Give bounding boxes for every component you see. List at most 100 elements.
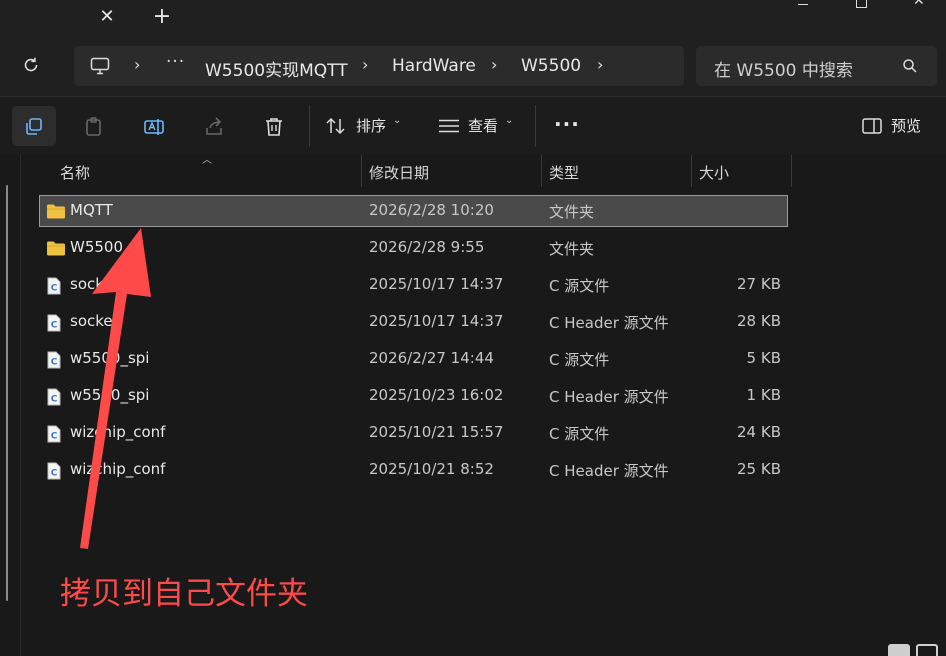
- svg-text:C: C: [51, 358, 58, 368]
- file-row[interactable]: MQTT 2026/2/28 10:20 文件夹: [39, 195, 788, 227]
- file-size: 25 KB: [737, 460, 781, 478]
- column-header-date[interactable]: 修改日期: [362, 155, 541, 187]
- file-type: C Header 源文件: [549, 388, 669, 406]
- file-date: 2025/10/17 14:37: [369, 312, 504, 330]
- file-row[interactable]: W5500 2026/2/28 9:55 文件夹: [40, 233, 787, 263]
- folder-icon: [46, 240, 65, 256]
- this-pc-icon: [90, 56, 110, 76]
- c-file-icon: C: [46, 314, 64, 332]
- share-icon: [206, 117, 222, 135]
- file-row[interactable]: Csocket 2025/10/17 14:37 C 源文件 27 KB: [40, 270, 787, 300]
- chevron-right-icon: ›: [134, 55, 141, 74]
- copy-icon: [26, 118, 42, 135]
- c-file-icon: C: [46, 425, 64, 443]
- file-date: 2026/2/28 9:55: [369, 238, 485, 256]
- file-name: W5500: [70, 238, 124, 256]
- toolbar-divider: [535, 105, 536, 147]
- file-name: w5500_spi: [70, 386, 150, 404]
- tiles-view-button[interactable]: [916, 644, 938, 656]
- details-view-button[interactable]: [888, 644, 910, 656]
- view-label: 查看: [468, 117, 499, 135]
- file-row[interactable]: Csocket 2025/10/17 14:37 C Header 源文件 28 KB: [40, 307, 787, 337]
- search-input[interactable]: 在 W5500 中搜索: [696, 46, 937, 86]
- file-row[interactable]: Cw5500_spi 2025/10/23 16:02 C Header 源文件 1 …: [40, 381, 787, 411]
- file-type: C 源文件: [549, 425, 610, 443]
- column-header-name[interactable]: 名称: [40, 155, 361, 187]
- file-name: wizchip_conf: [70, 460, 166, 478]
- vertical-scrollbar[interactable]: [6, 185, 8, 601]
- new-tab-button[interactable]: +: [148, 4, 176, 30]
- file-type: C 源文件: [549, 277, 610, 295]
- column-separator[interactable]: [791, 155, 792, 187]
- copy-button[interactable]: [12, 106, 56, 146]
- share-button[interactable]: [192, 106, 236, 146]
- file-date: 2025/10/17 14:37: [369, 275, 504, 293]
- file-date: 2025/10/23 16:02: [369, 386, 504, 404]
- chevron-right-icon: ›: [362, 55, 369, 74]
- search-icon[interactable]: [902, 58, 918, 74]
- pane-divider: [20, 155, 21, 656]
- file-size: 28 KB: [737, 312, 781, 330]
- file-name: w5500_spi: [70, 349, 150, 367]
- c-file-icon: C: [46, 388, 64, 406]
- sort-button[interactable]: 排序 ⌄: [322, 106, 410, 146]
- svg-text:C: C: [51, 469, 58, 479]
- chevron-right-icon[interactable]: ›: [597, 55, 603, 74]
- file-row[interactable]: Cw5500_spi 2026/2/27 14:44 C 源文件 5 KB: [40, 344, 787, 374]
- sort-icon: [326, 117, 345, 135]
- title-bar: ✕ +: [0, 0, 946, 36]
- svg-text:C: C: [51, 395, 58, 405]
- file-size: 5 KB: [746, 349, 781, 367]
- column-header-name-label: 名称: [60, 164, 91, 182]
- svg-text:C: C: [51, 284, 58, 294]
- column-header-size-label: 大小: [699, 164, 730, 182]
- file-name: MQTT: [70, 201, 113, 219]
- preview-pane-button[interactable]: 预览: [856, 106, 936, 146]
- svg-text:C: C: [51, 321, 58, 331]
- file-size: 24 KB: [737, 423, 781, 441]
- address-bar[interactable]: › ··· W5500实现MQTT › HardWare › W5500 ›: [74, 46, 684, 86]
- rename-button[interactable]: [132, 106, 176, 146]
- file-date: 2025/10/21 8:52: [369, 460, 494, 478]
- chevron-right-icon: ›: [491, 55, 498, 74]
- file-type: C Header 源文件: [549, 462, 669, 480]
- folder-icon: [46, 203, 65, 219]
- more-icon: ···: [554, 112, 580, 136]
- breadcrumb-item[interactable]: HardWare: [392, 56, 476, 76]
- file-date: 2026/2/28 10:20: [369, 201, 494, 219]
- file-name: socket: [70, 275, 119, 293]
- file-type: C 源文件: [549, 351, 610, 369]
- close-window-button[interactable]: [898, 0, 944, 16]
- more-options-button[interactable]: ···: [546, 106, 586, 146]
- trash-icon: [266, 118, 282, 136]
- view-button[interactable]: 查看 ⌄: [434, 106, 524, 146]
- file-size: 27 KB: [737, 275, 781, 293]
- refresh-button[interactable]: [22, 56, 50, 80]
- file-row[interactable]: Cwizchip_conf 2025/10/21 15:57 C 源文件 24 KB: [40, 418, 787, 448]
- sort-label: 排序: [356, 117, 387, 135]
- file-date: 2025/10/21 15:57: [369, 423, 504, 441]
- refresh-icon: [24, 57, 38, 72]
- column-header-type[interactable]: 类型: [542, 155, 691, 187]
- breadcrumb-item[interactable]: W5500实现MQTT: [205, 56, 348, 81]
- c-file-icon: C: [46, 277, 64, 295]
- chevron-down-icon: ⌄: [393, 115, 402, 126]
- breadcrumb-item[interactable]: W5500: [521, 56, 581, 76]
- delete-button[interactable]: [252, 106, 296, 146]
- chevron-down-icon: ⌄: [505, 115, 514, 126]
- rename-icon: [144, 119, 164, 135]
- close-tab-button[interactable]: ✕: [94, 4, 120, 30]
- minimize-button[interactable]: [780, 0, 826, 16]
- search-placeholder: 在 W5500 中搜索: [714, 61, 853, 81]
- file-date: 2026/2/27 14:44: [369, 349, 494, 367]
- svg-text:C: C: [51, 432, 58, 442]
- file-row[interactable]: Cwizchip_conf 2025/10/21 8:52 C Header 源文件…: [40, 455, 787, 485]
- view-list-icon: [439, 119, 459, 133]
- breadcrumb-overflow-button[interactable]: ···: [166, 52, 185, 72]
- paste-button[interactable]: [72, 106, 116, 146]
- address-row: › ··· W5500实现MQTT › HardWare › W5500 › 在…: [0, 36, 946, 96]
- column-header-size[interactable]: 大小: [692, 155, 791, 187]
- maximize-button[interactable]: [838, 0, 884, 16]
- toolbar-divider: [309, 105, 310, 147]
- preview-pane-icon: [862, 118, 882, 134]
